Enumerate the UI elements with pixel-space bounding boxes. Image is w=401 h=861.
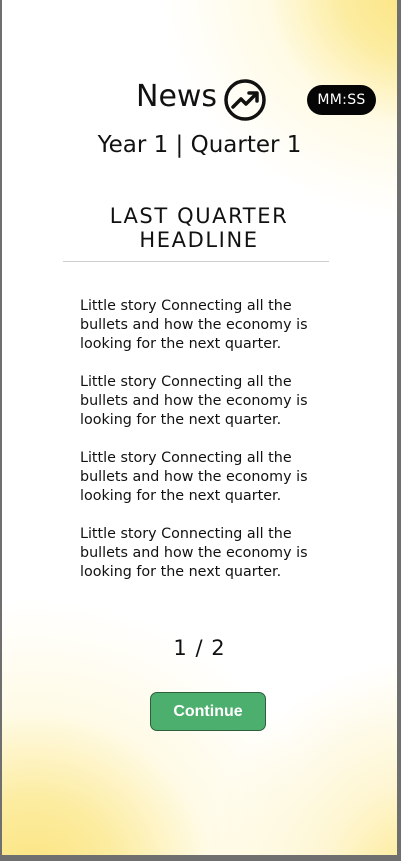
headline: LAST QUARTER HEADLINE	[99, 204, 299, 252]
timer-badge: MM:SS	[307, 85, 376, 115]
page-indicator: 1 / 2	[173, 636, 226, 660]
period-label: Year 1 | Quarter 1	[97, 132, 302, 158]
story-paragraph: Little story Connecting all the bullets …	[80, 450, 308, 504]
story-paragraph: Little story Connecting all the bullets …	[80, 298, 308, 352]
phone-screen: News MM:SS Year 1 | Quarter 1 LAST QUART…	[2, 0, 397, 855]
story-paragraph: Little story Connecting all the bullets …	[80, 374, 308, 428]
headline-line-2: HEADLINE	[139, 228, 259, 252]
header: News MM:SS	[2, 76, 397, 122]
headline-divider	[63, 261, 329, 262]
page-title: News	[136, 79, 218, 114]
story-list: Little story Connecting all the bullets …	[80, 297, 330, 601]
trending-up-icon	[223, 78, 267, 122]
continue-button[interactable]: Continue	[150, 692, 266, 731]
headline-line-1: LAST QUARTER	[109, 204, 289, 228]
story-paragraph: Little story Connecting all the bullets …	[80, 526, 308, 580]
